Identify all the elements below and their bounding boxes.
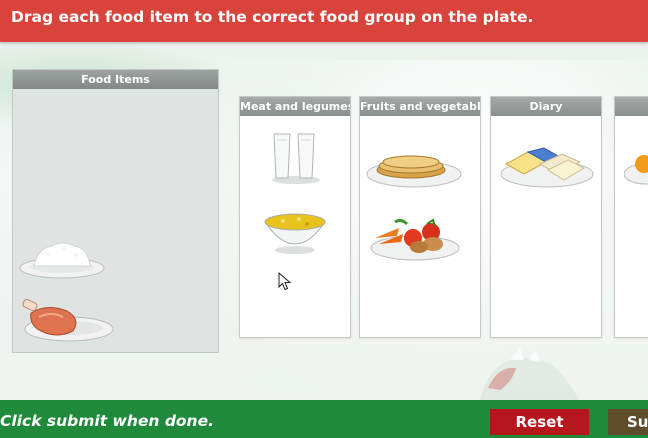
vegetables-plate-icon[interactable] — [369, 214, 461, 262]
footer-message: Click submit when done. — [0, 412, 214, 430]
food-group-diary[interactable]: Diary — [490, 96, 602, 338]
soup-bowl-icon[interactable] — [263, 210, 327, 256]
submit-button[interactable]: Su — [608, 409, 648, 435]
instruction-bar: Drag each food item to the correct food … — [0, 0, 648, 42]
instruction-text: Drag each food item to the correct food … — [11, 8, 534, 26]
milk-glasses-icon[interactable] — [268, 130, 324, 186]
mascot-illustration — [470, 330, 590, 400]
cursor-icon — [278, 271, 292, 292]
butter-plate-icon[interactable] — [498, 144, 596, 190]
food-group-partial[interactable] — [614, 96, 648, 338]
food-group-header: Meat and legumes — [240, 97, 350, 116]
tortillas-plate-icon[interactable] — [365, 150, 463, 190]
food-group-header: Fruits and vegetables — [360, 97, 480, 116]
reset-button[interactable]: Reset — [490, 409, 589, 435]
food-group-header: Diary — [491, 97, 601, 116]
rice-plate-icon[interactable] — [18, 238, 106, 280]
food-group-header — [615, 97, 648, 116]
ham-plate-icon[interactable] — [17, 297, 115, 347]
food-items-header: Food Items — [13, 70, 218, 89]
orange-plate-icon[interactable] — [623, 146, 648, 186]
